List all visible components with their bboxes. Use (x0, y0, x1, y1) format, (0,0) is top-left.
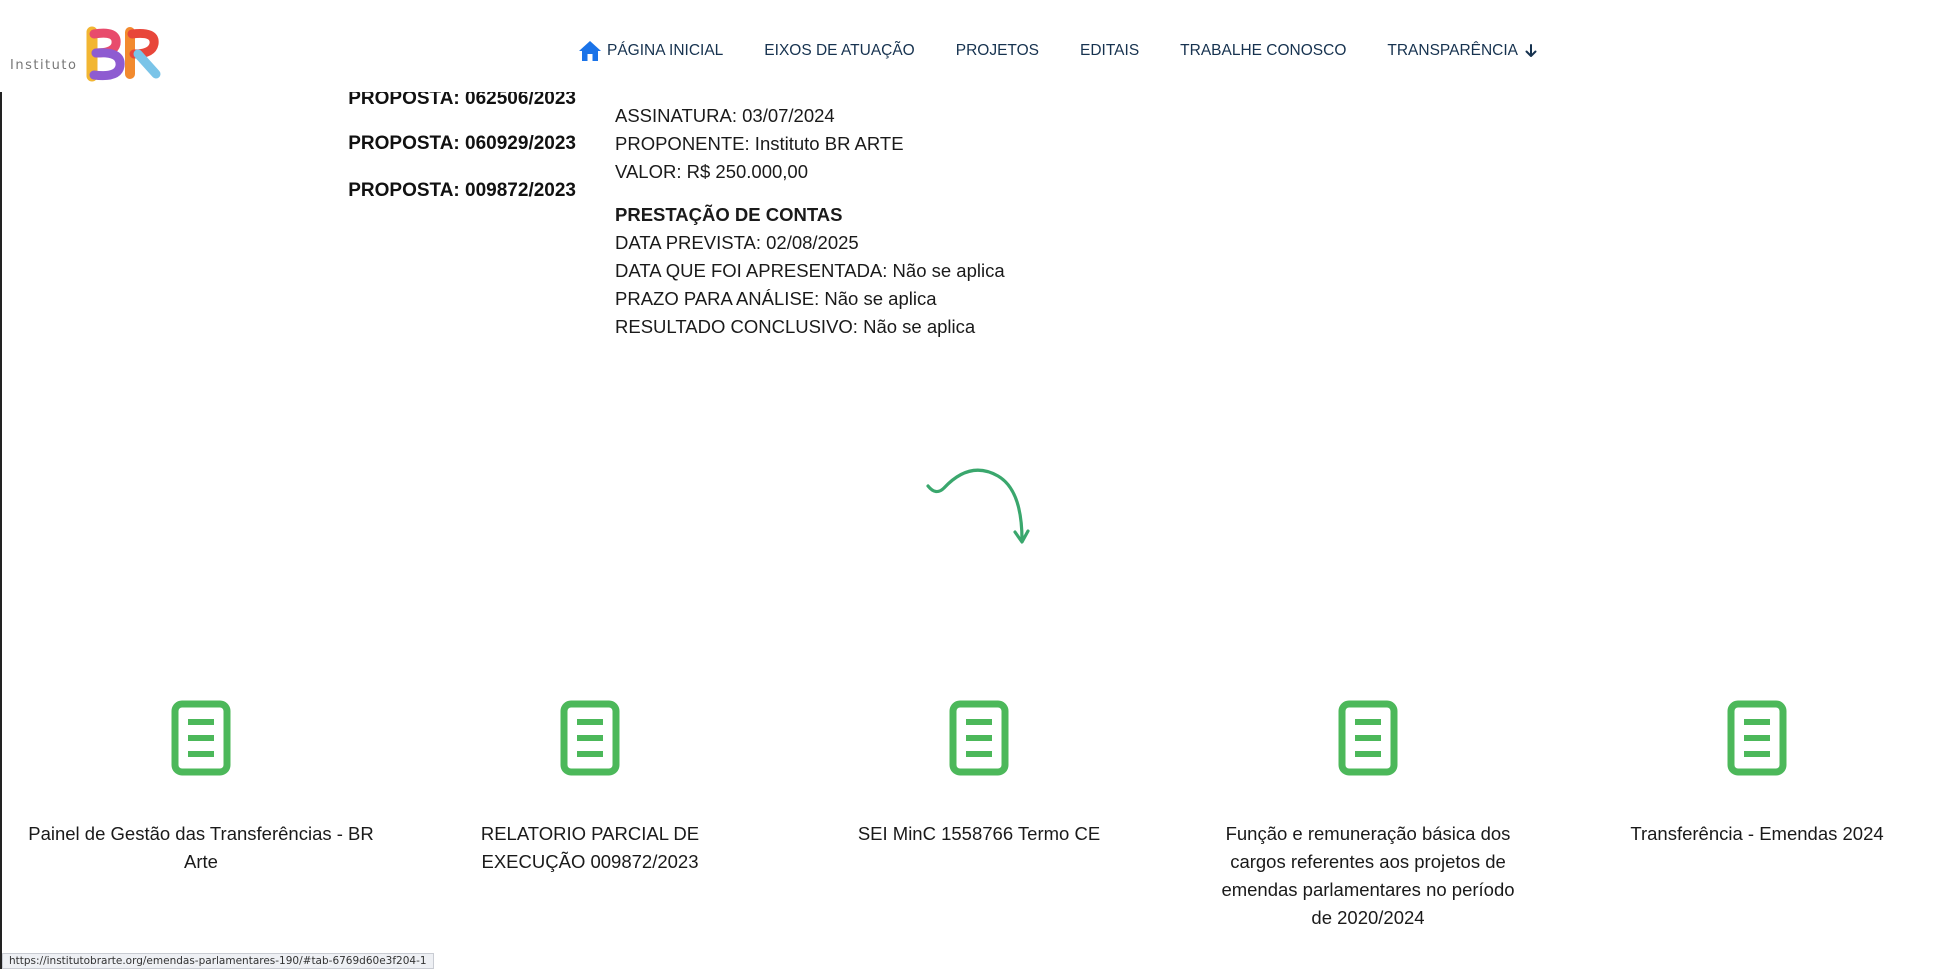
proponente-text: PROPONENTE: Instituto BR ARTE (615, 133, 904, 154)
nav-item-transparencia[interactable]: TRANSPARÊNCIA (1387, 42, 1538, 60)
proposal-details: ASSINATURA: 03/07/2024 PROPONENTE: Insti… (615, 102, 1005, 341)
download-item[interactable]: Painel de Gestão das Transferências - BR… (16, 700, 386, 876)
nav-label: EDITAIS (1080, 42, 1140, 59)
nav-label: PÁGINA INICIAL (607, 42, 724, 59)
document-icon (171, 700, 231, 776)
nav-item-editais[interactable]: EDITAIS (1080, 42, 1139, 60)
nav-label: TRANSPARÊNCIA (1387, 42, 1519, 59)
data-apresentada-text: DATA QUE FOI APRESENTADA: Não se aplica (615, 260, 1005, 281)
download-label[interactable]: Transferência - Emendas 2024 (1572, 820, 1942, 848)
download-item[interactable]: Transferência - Emendas 2024 (1572, 700, 1942, 848)
document-icon (1338, 700, 1398, 776)
proposal-item[interactable]: PROPOSTA: 062506/2023 (330, 88, 576, 133)
proposal-list: PROPOSTA: 062506/2023 PROPOSTA: 060929/2… (330, 88, 576, 227)
arrow-down-icon (1525, 44, 1537, 57)
document-icon (560, 700, 620, 776)
proposal-item[interactable]: PROPOSTA: 009872/2023 (330, 180, 576, 227)
nav-item-trabalhe-conosco[interactable]: TRABALHE CONOSCO (1180, 42, 1346, 60)
logo-text: Instituto (10, 58, 78, 73)
data-prevista-text: DATA PREVISTA: 02/08/2025 (615, 232, 859, 253)
prestacao-heading: PRESTAÇÃO DE CONTAS (615, 204, 843, 225)
proposal-item[interactable]: PROPOSTA: 060929/2023 (330, 133, 576, 180)
site-header: Instituto PÁGINA INICIAL EIXOS DE ATUAÇÃ… (0, 0, 1948, 92)
download-label[interactable]: Painel de Gestão das Transferências - BR… (16, 820, 386, 876)
document-icon (949, 700, 1009, 776)
status-bar-url: https://institutobrarte.org/emendas-parl… (2, 953, 434, 969)
nav-label: TRABALHE CONOSCO (1180, 42, 1347, 59)
nav-label: PROJETOS (955, 42, 1040, 59)
nav-label: EIXOS DE ATUAÇÃO (764, 42, 915, 59)
download-label[interactable]: Função e remuneração básica dos cargos r… (1183, 820, 1553, 932)
document-icon (1727, 700, 1787, 776)
main-nav: PÁGINA INICIAL EIXOS DE ATUAÇÃO PROJETOS… (578, 39, 1579, 63)
home-icon (579, 41, 601, 61)
download-item[interactable]: RELATORIO PARCIAL DE EXECUÇÃO 009872/202… (405, 700, 775, 876)
download-label[interactable]: RELATORIO PARCIAL DE EXECUÇÃO 009872/202… (405, 820, 775, 876)
nav-item-eixos[interactable]: EIXOS DE ATUAÇÃO (764, 42, 914, 60)
download-item[interactable]: SEI MinC 1558766 Termo CE (794, 700, 1164, 848)
curved-arrow-icon (926, 468, 1030, 544)
download-label[interactable]: SEI MinC 1558766 Termo CE (794, 820, 1164, 848)
nav-item-pagina-inicial[interactable]: PÁGINA INICIAL (578, 40, 723, 62)
assinatura-text: ASSINATURA: 03/07/2024 (615, 105, 835, 126)
resultado-text: RESULTADO CONCLUSIVO: Não se aplica (615, 316, 976, 337)
site-logo[interactable]: Instituto (10, 26, 161, 82)
nav-item-projetos[interactable]: PROJETOS (956, 42, 1039, 60)
br-logo-icon (86, 26, 161, 82)
valor-text: VALOR: R$ 250.000,00 (615, 161, 809, 182)
download-item[interactable]: Função e remuneração básica dos cargos r… (1183, 700, 1553, 932)
prazo-text: PRAZO PARA ANÁLISE: Não se aplica (615, 288, 937, 309)
